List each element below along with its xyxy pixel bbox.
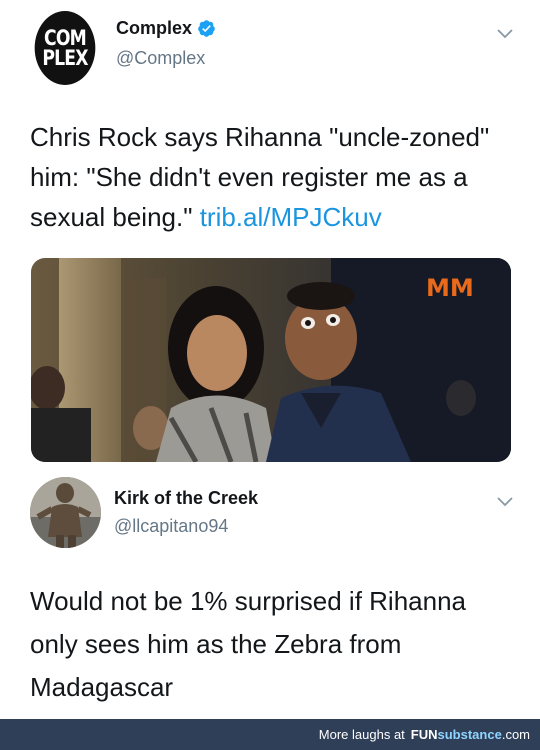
chevron-down-icon[interactable] xyxy=(496,496,514,508)
tweet-text: Chris Rock says Rihanna "uncle-zoned" hi… xyxy=(30,117,520,237)
display-name[interactable]: Complex xyxy=(116,18,192,39)
chevron-down-icon[interactable] xyxy=(496,28,514,40)
photo-annotation: MM xyxy=(426,274,474,302)
handle-kirk: @llcapitano94 xyxy=(114,516,229,536)
reply-text: Would not be 1% surprised if Rihanna onl… xyxy=(30,586,466,702)
avatar-logo-text-top: COM xyxy=(44,26,87,50)
tweet-link[interactable]: trib.al/MPJCkuv xyxy=(200,202,382,232)
tweet-photo[interactable]: MM xyxy=(31,258,511,462)
author-row: Complex xyxy=(116,18,216,39)
photo-image: MM xyxy=(31,258,511,462)
footer-brand-fun: FUN xyxy=(410,727,438,742)
tweet-complex: COM PLEX Complex @Complex Chris Rock say… xyxy=(0,0,540,470)
avatar-logo-text-bottom: PLEX xyxy=(42,46,88,70)
display-name-kirk[interactable]: Kirk of the Creek xyxy=(114,488,258,509)
footer-brand-substance: substance xyxy=(437,727,502,742)
avatar[interactable]: COM PLEX xyxy=(34,11,96,85)
verified-badge-icon xyxy=(198,20,215,37)
statue-avatar-image xyxy=(30,477,101,548)
footer-brand-tld: .com xyxy=(501,727,530,742)
watermark-footer: More laughs at FUN substance .com xyxy=(0,719,540,750)
footer-prefix: More laughs at xyxy=(318,727,405,742)
avatar-kirk[interactable] xyxy=(30,477,101,548)
handle: @Complex xyxy=(116,48,206,68)
